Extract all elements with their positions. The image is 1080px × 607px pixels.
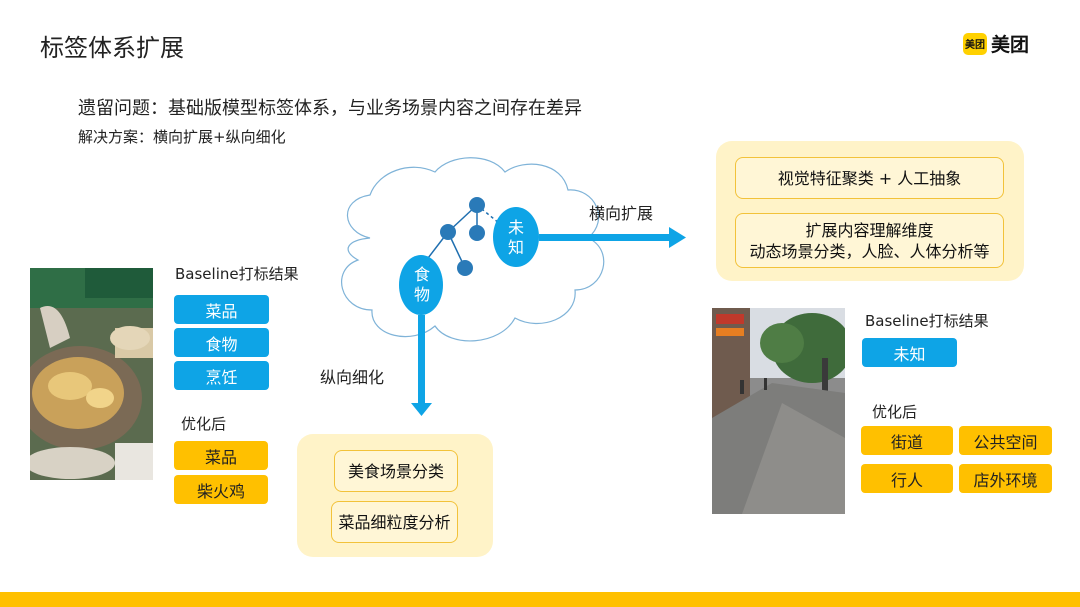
tree-node — [457, 260, 473, 276]
food-scene-tag: 美食场景分类 — [334, 450, 458, 492]
food-node-text: 食物 — [413, 265, 430, 304]
food-photo — [30, 268, 153, 480]
visual-clustering-tag: 视觉特征聚类 + 人工抽象 — [735, 157, 1004, 199]
tree-node — [469, 197, 485, 213]
food-scene-text: 美食场景分类 — [347, 461, 444, 481]
tree-node — [440, 224, 456, 240]
slide-title: 标签体系扩展 — [40, 34, 184, 62]
right-optimized-tag: 店外环境 — [959, 464, 1052, 493]
solution-text: 解决方案：横向扩展+纵向细化 — [78, 128, 286, 146]
unknown-node-text: 未知 — [507, 218, 524, 257]
dish-finegrained-tag: 菜品细粒度分析 — [331, 501, 458, 543]
content-dimension-line2: 动态场景分类，人脸、人体分析等 — [749, 241, 990, 261]
left-baseline-tag: 食物 — [174, 328, 269, 357]
right-baseline-tag: 未知 — [862, 338, 957, 367]
vertical-refinement-label: 纵向细化 — [320, 368, 385, 387]
meituan-logo-icon: 美团 — [963, 32, 987, 55]
meituan-logo-text: 美团 — [991, 34, 1030, 56]
horizontal-arrow — [539, 234, 669, 241]
left-optimized-caption: 优化后 — [181, 415, 227, 433]
bottom-accent-bar — [0, 592, 1080, 607]
right-baseline-caption: Baseline打标结果 — [865, 312, 989, 330]
food-photo-illustration — [30, 268, 153, 480]
right-optimized-tag: 公共空间 — [959, 426, 1052, 455]
content-dimension-line1: 扩展内容理解维度 — [805, 220, 934, 240]
street-photo-illustration — [712, 308, 845, 514]
meituan-logo: 美团 美团 — [963, 30, 1029, 57]
horizontal-arrow-head — [669, 227, 686, 248]
right-optimized-caption: 优化后 — [872, 403, 918, 421]
tree-node — [469, 225, 485, 241]
visual-clustering-text: 视觉特征聚类 + 人工抽象 — [777, 168, 962, 188]
left-optimized-tag: 柴火鸡 — [174, 475, 268, 504]
vertical-arrow — [418, 315, 425, 405]
horizontal-expansion-label: 横向扩展 — [589, 204, 654, 223]
dish-finegrained-text: 菜品细粒度分析 — [338, 512, 451, 532]
left-baseline-caption: Baseline打标结果 — [175, 265, 299, 283]
vertical-arrow-head — [411, 403, 432, 416]
street-photo — [712, 308, 845, 514]
right-optimized-tag: 行人 — [861, 464, 953, 493]
cloud-shape — [341, 157, 605, 342]
content-dimension-tag: 扩展内容理解维度 动态场景分类，人脸、人体分析等 — [735, 213, 1004, 268]
food-node-label: 食物 — [404, 265, 440, 305]
left-baseline-tag: 烹饪 — [174, 361, 269, 390]
unknown-node-label: 未知 — [498, 218, 534, 258]
left-optimized-tag: 菜品 — [174, 441, 268, 470]
taxonomy-diagram — [341, 157, 686, 416]
left-baseline-tag: 菜品 — [174, 295, 269, 324]
issue-text: 遗留问题：基础版模型标签体系，与业务场景内容之间存在差异 — [78, 98, 582, 119]
right-optimized-tag: 街道 — [861, 426, 953, 455]
